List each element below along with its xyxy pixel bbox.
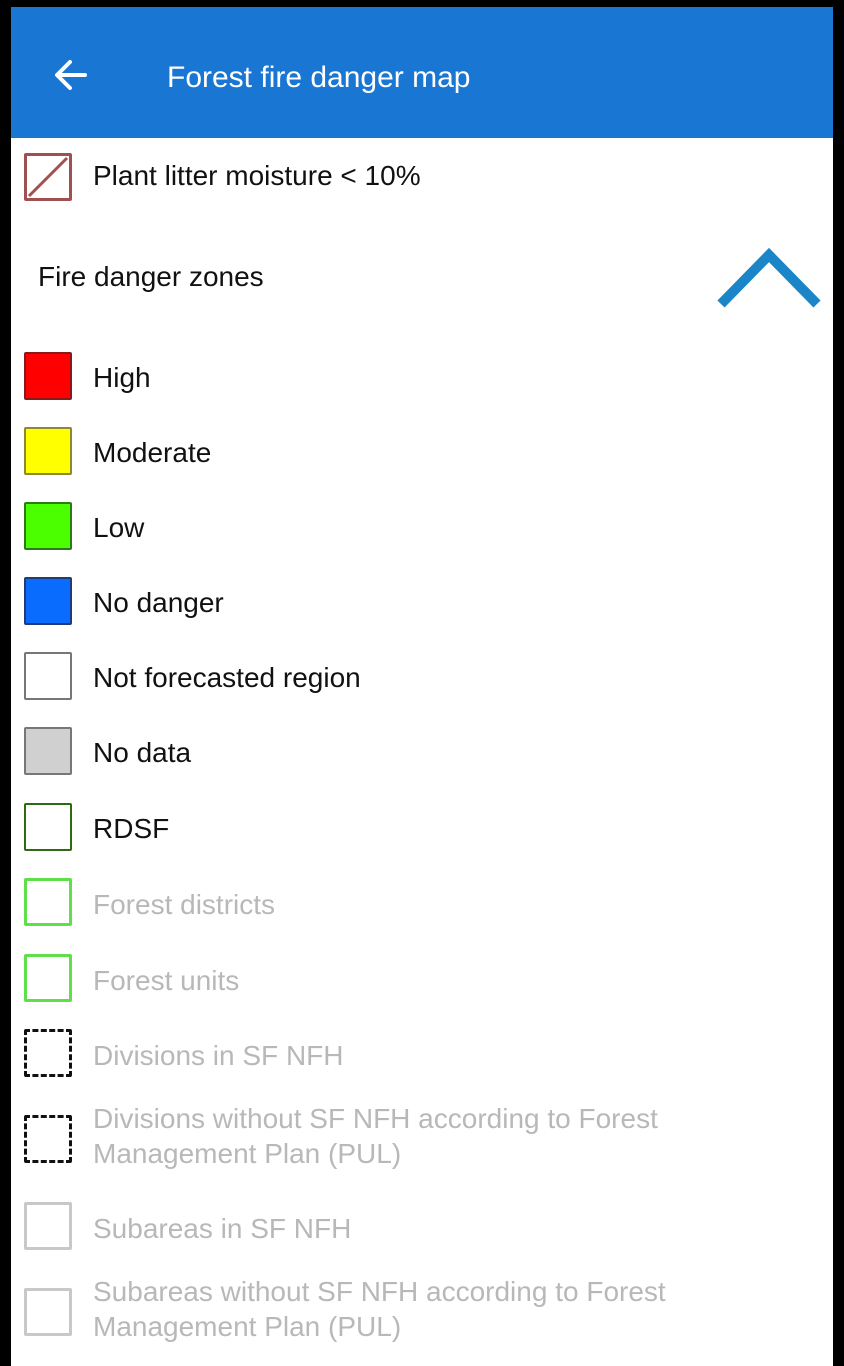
layer-item-subareas-without-sf-nfh-according-to-for: Subareas without SF NFH according to For… [11,1276,833,1358]
color-swatch[interactable] [24,352,72,400]
layer-item-divisions-in-sf-nfh: Divisions in SF NFH [11,1029,833,1089]
legend-label: RDSF [93,813,170,844]
legend-label: Low [93,512,145,543]
chevron-up-icon [717,247,821,308]
legend-item-plant-litter: Plant litter moisture < 10% [11,150,833,210]
legend-label: High [93,362,151,393]
layer-swatch[interactable] [24,954,72,1002]
hatched-square-icon[interactable] [24,153,72,201]
legend-item-rdsf: RDSF [11,803,833,863]
section-title-fire-danger-zones: Fire danger zones [38,261,264,292]
layer-label: Divisions without SF NFH according to Fo… [93,1103,658,1169]
layer-label: Forest districts [93,889,276,920]
color-swatch[interactable] [24,577,72,625]
legend-item-high: High [11,352,833,412]
color-swatch[interactable] [24,502,72,550]
legend-label: No danger [93,587,224,618]
layer-swatch[interactable] [24,1029,72,1077]
layer-swatch[interactable] [24,1115,72,1163]
legend-label: Moderate [93,437,212,468]
legend-item-no-danger: No danger [11,577,833,637]
layer-item-subareas-in-sf-nfh: Subareas in SF NFH [11,1202,833,1262]
arrow-left-icon [55,60,87,90]
page-title: Forest fire danger map [167,61,471,94]
layer-item-forest-districts: Forest districts [11,878,833,938]
layer-label: Subareas in SF NFH [93,1213,352,1244]
layer-label: Forest units [93,965,240,996]
back-button[interactable] [49,53,93,97]
collapse-button[interactable] [716,247,822,311]
layer-item-divisions-without-sf-nfh-according-to-fo: Divisions without SF NFH according to Fo… [11,1103,833,1185]
legend-label: Not forecasted region [93,662,361,693]
color-swatch[interactable] [24,803,72,851]
legend-item-moderate: Moderate [11,427,833,487]
app-bar: Forest fire danger map [11,7,833,138]
layer-label: Subareas without SF NFH according to For… [93,1276,666,1342]
legend-label: Plant litter moisture < 10% [93,160,421,191]
color-swatch[interactable] [24,727,72,775]
layer-label: Divisions in SF NFH [93,1040,344,1071]
legend-item-low: Low [11,502,833,562]
legend-item-no-data: No data [11,727,833,787]
color-swatch[interactable] [24,427,72,475]
legend-label: No data [93,737,192,768]
layer-item-forest-units: Forest units [11,954,833,1014]
legend-screen: Forest fire danger map Plant litter mois… [11,7,833,1366]
layer-swatch[interactable] [24,1288,72,1336]
legend-item-not-forecasted-region: Not forecasted region [11,652,833,712]
layer-swatch[interactable] [24,1202,72,1250]
layer-swatch[interactable] [24,878,72,926]
color-swatch[interactable] [24,652,72,700]
